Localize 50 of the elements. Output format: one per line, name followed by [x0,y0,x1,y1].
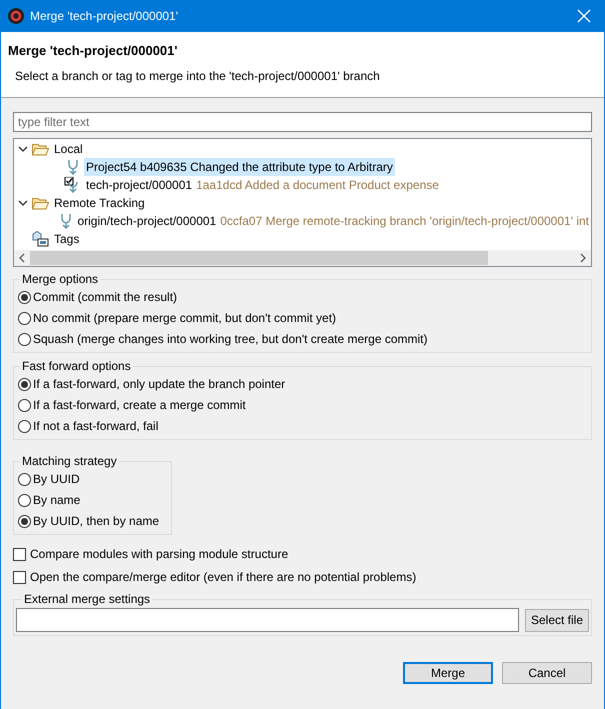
radio-button[interactable] [18,332,31,346]
chevron-down-icon[interactable] [18,144,28,154]
radio-label[interactable]: By UUID, then by name [33,512,160,530]
tree-item-detail: 1aa1dcd Added a document Product expense [196,177,439,194]
folder-icon [32,142,49,156]
radio-label[interactable]: If not a fast-forward, fail [33,417,158,435]
radio-label[interactable]: No commit (prepare merge commit, but don't commit yet) [33,309,336,327]
tree-item-label: tech-project/000001 [86,177,192,194]
select-file-button[interactable]: Select file [524,608,589,632]
radio-button[interactable] [18,290,31,304]
close-icon[interactable] [577,9,591,23]
tree-item-detail: 0ccfa07 Merge remote-tracking branch 'origin/tech-project/000001' int [220,213,589,230]
group-title: Matching strategy [21,453,118,470]
radio-button[interactable] [18,398,31,412]
group-title: External merge settings [23,591,152,608]
radio-button[interactable] [18,312,31,324]
scrollbar-thumb[interactable] [30,251,488,265]
tags-icon [32,231,49,247]
tree-item-label: origin/tech-project/000001 [77,213,216,230]
horizontal-scrollbar[interactable] [14,250,591,266]
filter-field[interactable]: type filter text [13,112,592,132]
branch-tree[interactable] [13,138,592,267]
group-title: Merge options [21,271,100,288]
radio-label[interactable]: If a fast-forward, create a merge commit [33,396,246,414]
checkbox-label[interactable]: Compare modules with parsing module structure [30,545,288,563]
radio-label[interactable]: Squash (merge changes into working tree, but don't create merge commit) [33,330,428,348]
dialog-button[interactable]: Merge [403,662,493,684]
header-description: Select a branch or tag to merge into the 'tech-project/000001' branch [15,68,381,84]
dialog-button[interactable]: Cancel [502,662,592,684]
radio-label[interactable]: By name [33,491,80,509]
radio-button[interactable] [18,420,31,432]
app-logo-icon [8,8,24,24]
radio-button[interactable] [18,378,31,390]
tree-item[interactable]: origin/tech-project/000001 0ccfa07 Merge remote-tracking branch 'origin/tech-project/000001' int [75,212,591,230]
chevron-down-icon[interactable] [18,198,28,208]
radio-button[interactable] [18,514,31,528]
checkbox-label[interactable]: Open the compare/merge editor (even if there are no potential problems) [30,568,416,586]
radio-button[interactable] [18,494,31,506]
checkbox[interactable] [13,570,26,584]
radio-label[interactable]: By UUID [33,470,80,488]
tree-item[interactable]: tech-project/000001 1aa1dcd Added a document Product expense [84,176,441,194]
group-title: Fast forward options [21,358,132,375]
external-settings-field[interactable] [16,608,519,632]
folder-icon [32,196,49,210]
radio-button[interactable] [18,472,31,486]
radio-label[interactable]: If a fast-forward, only update the branch pointer [33,375,286,393]
header-title: Merge 'tech-project/000001' [8,42,178,60]
radio-label[interactable]: Commit (commit the result) [33,288,178,306]
window-title: Merge 'tech-project/000001' [30,8,178,25]
checkbox[interactable] [13,548,26,560]
